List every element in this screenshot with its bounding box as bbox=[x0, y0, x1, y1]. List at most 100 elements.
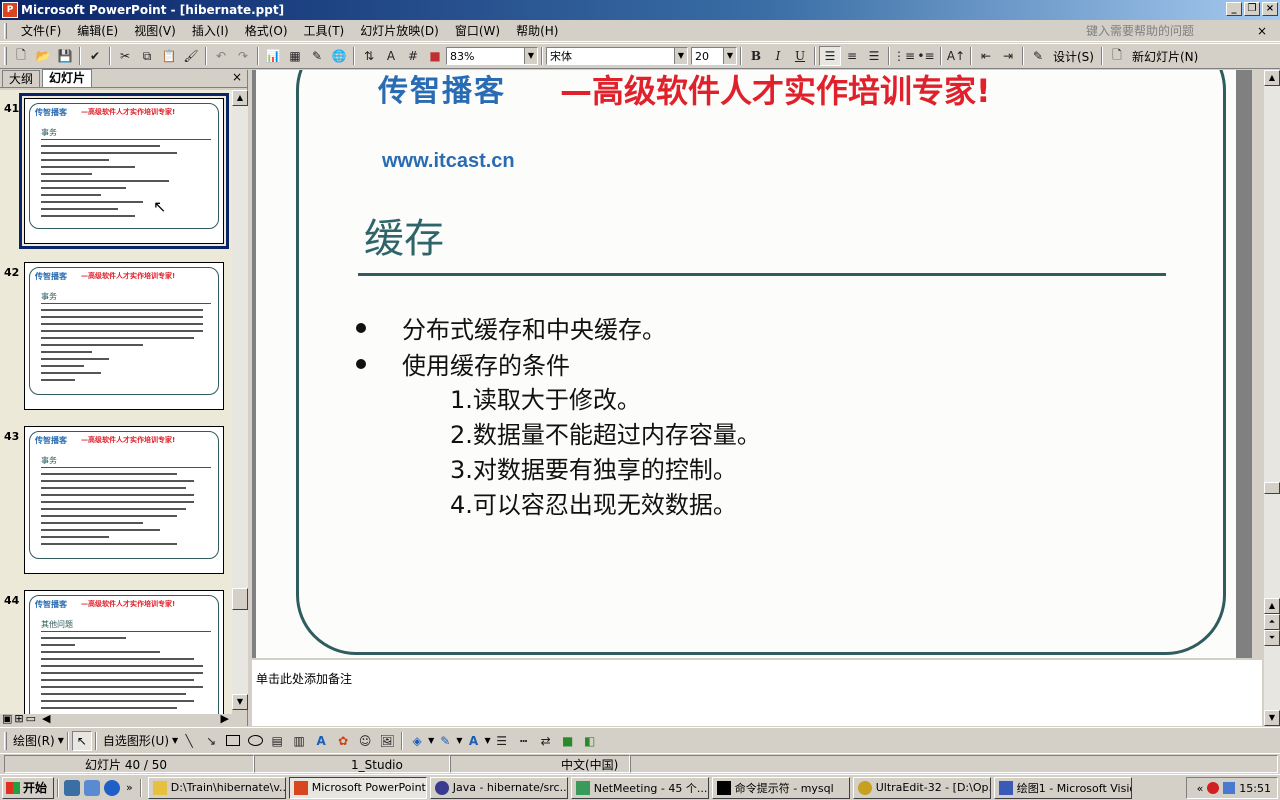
design-button[interactable]: 设计(S) bbox=[1049, 48, 1098, 65]
taskbar-item-netmeeting[interactable]: NetMeeting - 45 个... bbox=[570, 776, 709, 799]
fill-color-icon[interactable]: ◈ bbox=[406, 731, 428, 751]
arrow-style-icon[interactable]: ⇄ bbox=[535, 731, 557, 751]
hyperlink-icon[interactable]: 🌐 bbox=[328, 46, 350, 66]
clip-art-icon[interactable]: ☺ bbox=[354, 731, 376, 751]
numbering-icon[interactable]: ⋮≡ bbox=[893, 46, 915, 66]
increase-font-icon[interactable]: A↑ bbox=[945, 46, 967, 66]
draw-menu-button[interactable]: 绘图(R) bbox=[10, 732, 58, 749]
toolbar-grip[interactable] bbox=[4, 731, 7, 750]
tab-outline[interactable]: 大纲 bbox=[2, 70, 41, 87]
show-desktop-icon[interactable] bbox=[64, 779, 80, 796]
chevron-down-icon[interactable]: ▼ bbox=[58, 736, 64, 745]
slide-title[interactable]: 缓存 bbox=[364, 206, 444, 264]
autoshapes-button[interactable]: 自选图形(U) bbox=[100, 732, 172, 749]
arrow-tool-icon[interactable]: ↘ bbox=[200, 731, 222, 751]
taskbar-item-visio[interactable]: 绘图1 - Microsoft Visio bbox=[993, 776, 1132, 799]
help-question-box[interactable]: 键入需要帮助的问题 bbox=[1080, 22, 1256, 40]
previous-slide-icon[interactable]: ⏶ bbox=[1264, 614, 1280, 630]
scroll-up-icon[interactable]: ▲ bbox=[232, 90, 248, 106]
open-folder-icon[interactable]: 📂 bbox=[32, 46, 54, 66]
italic-button[interactable]: I bbox=[767, 46, 789, 66]
spelling-icon[interactable]: ✔ bbox=[84, 46, 106, 66]
insert-table-icon[interactable]: ▦ bbox=[284, 46, 306, 66]
font-color-icon[interactable]: A bbox=[462, 731, 484, 751]
new-slide-button[interactable]: 新幻灯片(N) bbox=[1128, 48, 1202, 65]
cut-icon[interactable]: ✂ bbox=[114, 46, 136, 66]
vertical-text-box-icon[interactable]: ▥ bbox=[288, 731, 310, 751]
scroll-up-icon[interactable]: ▲ bbox=[1264, 598, 1280, 614]
numbered-item[interactable]: 4.可以容忍出现无效数据。 bbox=[450, 485, 737, 520]
numbered-item[interactable]: 3.对数据要有独享的控制。 bbox=[450, 450, 737, 485]
menu-tools[interactable]: 工具(T) bbox=[296, 21, 353, 41]
menu-help[interactable]: 帮助(H) bbox=[508, 21, 566, 41]
font-name-select[interactable]: 宋体 ▼ bbox=[546, 47, 688, 65]
bold-button[interactable]: B bbox=[745, 46, 767, 66]
taskbar-item-eclipse[interactable]: Java - hibernate/src... bbox=[429, 776, 568, 799]
bullet-item[interactable]: 分布式缓存和中央缓存。 bbox=[356, 310, 666, 345]
numbered-item[interactable]: 2.数据量不能超过内存容量。 bbox=[450, 415, 761, 450]
restore-icon[interactable]: ❐ bbox=[1244, 2, 1260, 16]
save-icon[interactable]: 💾 bbox=[54, 46, 76, 66]
new-slide-icon[interactable]: 🗋 bbox=[1106, 46, 1128, 66]
clock[interactable]: 15:51 bbox=[1239, 782, 1271, 795]
quick-launch-chevron-icon[interactable]: » bbox=[126, 781, 133, 794]
design-icon[interactable]: ✎ bbox=[1027, 46, 1049, 66]
taskbar-item-explorer[interactable]: D:\Train\hibernate\v... bbox=[147, 776, 286, 799]
thumbnail-scrollbar[interactable]: ▲ ▼ bbox=[232, 90, 248, 710]
hscroll-right-icon[interactable]: ▶ bbox=[221, 712, 229, 725]
tray-expand-icon[interactable]: « bbox=[1197, 782, 1204, 795]
menu-view[interactable]: 视图(V) bbox=[126, 21, 184, 41]
document-close-icon[interactable]: × bbox=[1254, 22, 1270, 40]
underline-button[interactable]: U bbox=[789, 46, 811, 66]
slide-thumbnail[interactable]: 传智播客 —高级软件人才实作培训专家! 事务 bbox=[24, 426, 224, 574]
start-button[interactable]: 开始 bbox=[2, 776, 54, 799]
chevron-down-icon[interactable]: ▼ bbox=[723, 48, 736, 64]
pane-close-icon[interactable]: × bbox=[232, 70, 242, 84]
paste-icon[interactable]: 📋 bbox=[158, 46, 180, 66]
menu-grip[interactable] bbox=[4, 22, 7, 39]
scroll-down-icon[interactable]: ▼ bbox=[1264, 710, 1280, 726]
close-icon[interactable]: × bbox=[1262, 2, 1278, 16]
slide-thumbnail[interactable]: 传智播客 —高级软件人才实作培训专家! 其他问题 bbox=[24, 590, 224, 714]
taskbar-item-powerpoint[interactable]: Microsoft PowerPoint bbox=[288, 776, 427, 799]
normal-view-icon[interactable]: ▣ bbox=[2, 712, 12, 725]
scroll-up-icon[interactable]: ▲ bbox=[1264, 70, 1280, 86]
align-right-icon[interactable]: ☰ bbox=[863, 46, 885, 66]
tab-slides[interactable]: 幻灯片 bbox=[42, 69, 93, 87]
taskbar-item-ultraedit[interactable]: UltraEdit-32 - [D:\Op... bbox=[852, 776, 991, 799]
menu-insert[interactable]: 插入(I) bbox=[184, 21, 237, 41]
bullets-icon[interactable]: •≡ bbox=[915, 46, 937, 66]
slideshow-view-icon[interactable]: ▭ bbox=[26, 712, 36, 725]
current-slide[interactable]: 传智播客 www.itcast.cn —高级软件人才实作培训专家! 缓存 分布式… bbox=[256, 70, 1236, 658]
decrease-indent-icon[interactable]: ⇤ bbox=[975, 46, 997, 66]
chevron-down-icon[interactable]: ▼ bbox=[674, 48, 687, 64]
menu-slideshow[interactable]: 幻灯片放映(D) bbox=[352, 21, 447, 41]
line-style-icon[interactable]: ☰ bbox=[491, 731, 513, 751]
slide-sorter-view-icon[interactable]: ⊞ bbox=[14, 712, 23, 725]
slide-thumbnail[interactable]: 传智播客 —高级软件人才实作培训专家! 事务 ↖ bbox=[19, 93, 229, 249]
network-tray-icon[interactable] bbox=[1223, 782, 1236, 794]
menu-window[interactable]: 窗口(W) bbox=[447, 21, 508, 41]
internet-explorer-icon[interactable] bbox=[104, 779, 120, 796]
insert-chart-icon[interactable]: 📊 bbox=[262, 46, 284, 66]
oval-tool-icon[interactable] bbox=[244, 731, 266, 751]
wordart-icon[interactable]: A bbox=[310, 731, 332, 751]
menu-file[interactable]: 文件(F) bbox=[13, 21, 69, 41]
diagram-icon[interactable]: ✿ bbox=[332, 731, 354, 751]
notes-pane[interactable]: 单击此处添加备注 bbox=[252, 658, 1262, 726]
font-size-select[interactable]: 20 ▼ bbox=[691, 47, 737, 65]
minimize-icon[interactable]: _ bbox=[1226, 2, 1242, 16]
increase-indent-icon[interactable]: ⇥ bbox=[997, 46, 1019, 66]
menu-edit[interactable]: 编辑(E) bbox=[69, 21, 126, 41]
toolbar-grip[interactable] bbox=[4, 47, 7, 65]
quick-launch-icon[interactable] bbox=[84, 779, 100, 796]
zoom-select[interactable]: 83% ▼ bbox=[446, 47, 538, 65]
text-box-icon[interactable]: ▤ bbox=[266, 731, 288, 751]
copy-icon[interactable]: ⧉ bbox=[136, 46, 158, 66]
chevron-down-icon[interactable]: ▼ bbox=[524, 48, 537, 64]
expand-all-icon[interactable]: ⇅ bbox=[358, 46, 380, 66]
format-painter-icon[interactable]: 🖌 bbox=[180, 46, 202, 66]
hscroll-left-icon[interactable]: ◀ bbox=[42, 712, 50, 725]
tables-borders-icon[interactable]: ✎ bbox=[306, 46, 328, 66]
shadow-style-icon[interactable]: ■ bbox=[557, 731, 579, 751]
